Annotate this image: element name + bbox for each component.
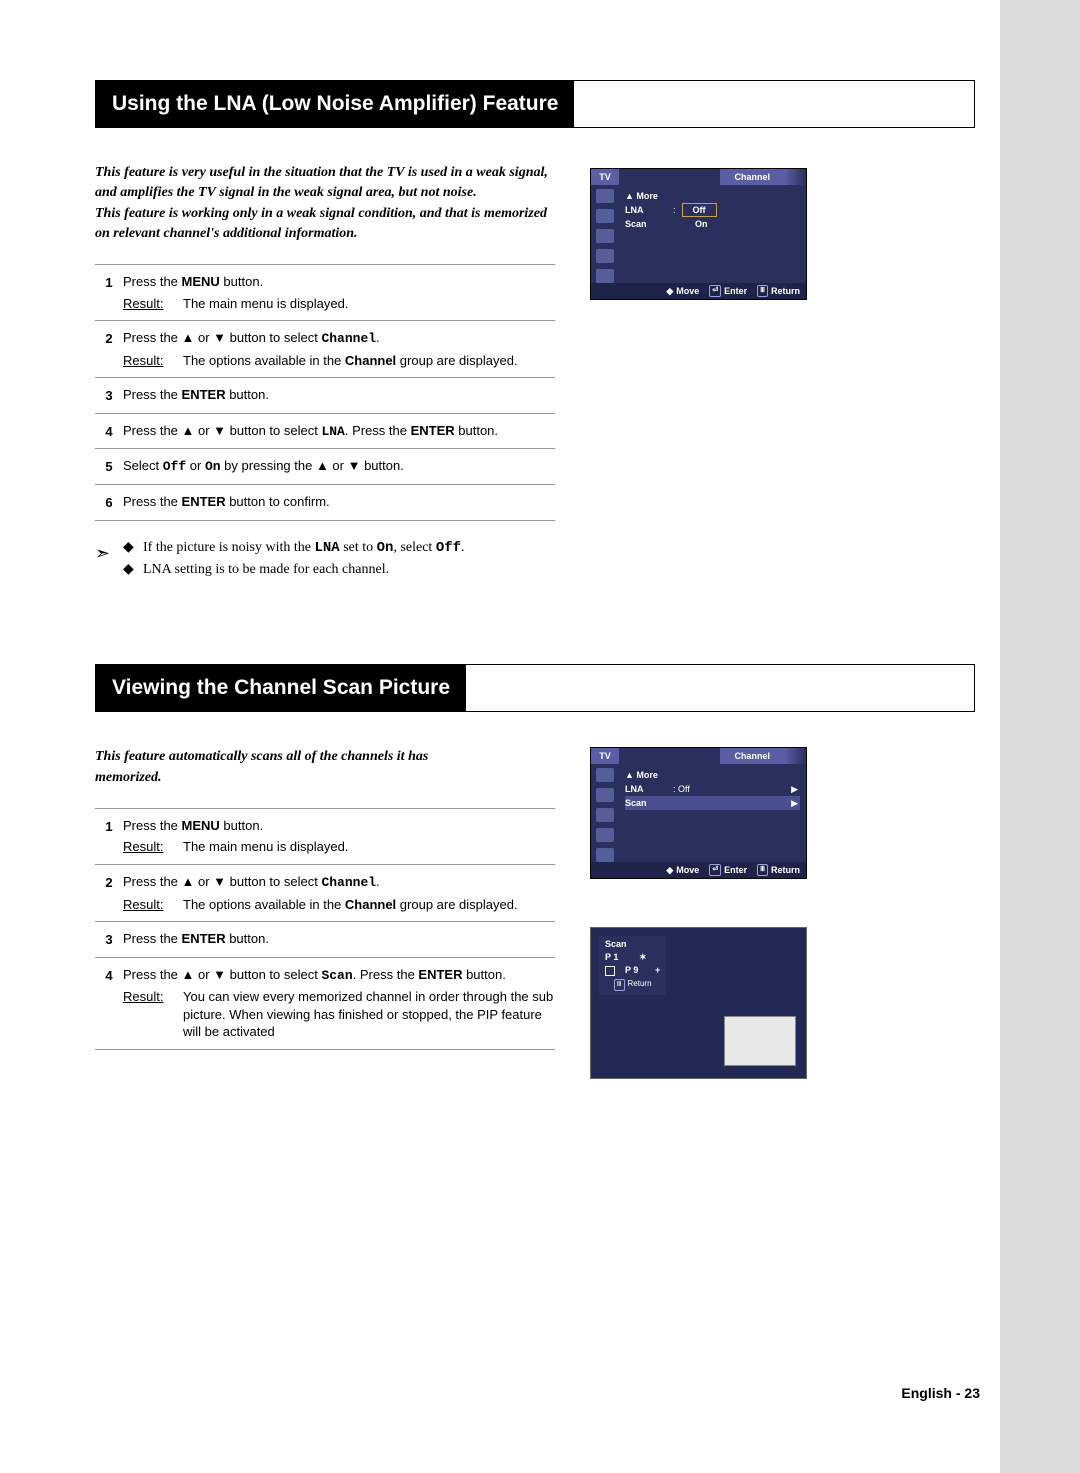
step-row: 4 Press the ▲ or ▼ button to select Scan… [95, 958, 555, 1050]
steps-list-scan: 1 Press the MENU button. Result:The main… [95, 808, 555, 1050]
return-key-icon: Ⅲ [757, 285, 768, 297]
step-row: 2 Press the ▲ or ▼ button to select Chan… [95, 321, 555, 378]
osd-tv-label: TV [591, 169, 619, 185]
step-row: 2 Press the ▲ or ▼ button to select Chan… [95, 865, 555, 922]
arrow-right-icon: ▶ [791, 797, 798, 809]
osd-item-lna: LNA [625, 783, 673, 795]
section-title-scan: Viewing the Channel Scan Picture [96, 665, 466, 711]
osd-lna-off: Off [682, 203, 717, 217]
section-head-lna: Using the LNA (Low Noise Amplifier) Feat… [95, 80, 975, 128]
osd-category-icons [591, 764, 619, 862]
updown-icon: ◆ [666, 864, 673, 876]
osd-lna-menu: TV Channel ▲ More [590, 168, 807, 300]
step-row: 1 Press the MENU button. Result:The main… [95, 808, 555, 865]
intro-text-2: This feature automatically scans all of … [95, 747, 495, 788]
osd-icon [596, 828, 614, 842]
osd-icon [596, 848, 614, 862]
scan-info-overlay: Scan P 1✶ P 9+ ⅢReturn [599, 936, 666, 995]
intro-text-1: This feature is very useful in the situa… [95, 163, 560, 244]
step-row: 1 Press the MENU button. Result:The main… [95, 264, 555, 321]
osd-icon [596, 269, 614, 283]
osd-more: ▲ More [625, 190, 673, 202]
osd-item-lna: LNA [625, 204, 673, 216]
step-row: 4 Press the ▲ or ▼ button to select LNA.… [95, 414, 555, 450]
note-arrow-icon: ➣ [95, 539, 123, 585]
step-row: 3 Press the ENTER button. [95, 922, 555, 958]
osd-item-scan: Scan [625, 218, 673, 230]
osd-tv-label: TV [591, 748, 619, 764]
bullet-icon: ◆ [123, 561, 143, 580]
section-head-scan: Viewing the Channel Scan Picture [95, 664, 975, 712]
steps-list-lna: 1 Press the MENU button. Result:The main… [95, 264, 555, 520]
page-footer: English - 23 [901, 1384, 980, 1403]
osd-category-icons [591, 185, 619, 283]
osd-scan-menu: TV Channel ▲ [590, 747, 807, 879]
step-row: 5 Select Off or On by pressing the ▲ or … [95, 449, 555, 485]
updown-icon: ◆ [666, 285, 673, 297]
osd-title: Channel [720, 169, 784, 185]
page-edge-shade [1000, 0, 1080, 1473]
section-title-lna: Using the LNA (Low Noise Amplifier) Feat… [96, 81, 574, 127]
bullet-icon: ◆ [123, 539, 143, 558]
enter-key-icon: ⏎ [709, 285, 721, 297]
osd-lna-on: On [685, 218, 718, 230]
osd-more: ▲ More [625, 769, 673, 781]
return-key-icon: Ⅲ [614, 979, 625, 991]
step-row: 3 Press the ENTER button. [95, 378, 555, 414]
scan-preview: Scan P 1✶ P 9+ ⅢReturn [590, 927, 807, 1079]
osd-icon [596, 808, 614, 822]
pip-subpicture [724, 1016, 796, 1066]
osd-icon [596, 209, 614, 223]
note-block: ➣ ◆If the picture is noisy with the LNA … [95, 539, 565, 585]
osd-icon [596, 768, 614, 782]
osd-icon [596, 189, 614, 203]
step-row: 6 Press the ENTER button to confirm. [95, 485, 555, 521]
osd-item-scan: Scan [625, 797, 673, 809]
arrow-right-icon: ▶ [791, 783, 798, 795]
osd-hints: ◆Move ⏎Enter ⅢReturn [591, 283, 806, 299]
enter-key-icon: ⏎ [709, 864, 721, 876]
osd-title: Channel [720, 748, 784, 764]
stop-icon [605, 966, 615, 976]
osd-icon [596, 229, 614, 243]
osd-icon [596, 249, 614, 263]
return-key-icon: Ⅲ [757, 864, 768, 876]
osd-icon [596, 788, 614, 802]
osd-hints: ◆Move ⏎Enter ⅢReturn [591, 862, 806, 878]
